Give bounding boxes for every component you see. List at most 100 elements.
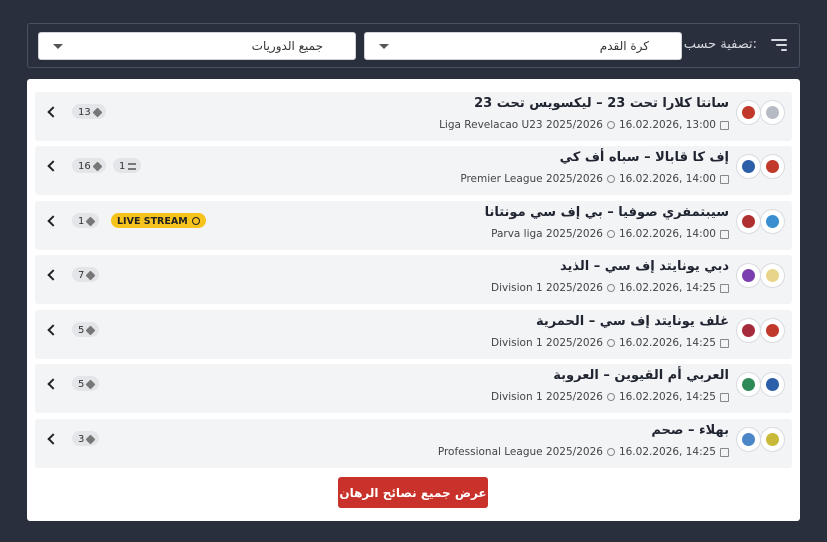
team-crest-icon xyxy=(766,215,779,228)
away-team-logo xyxy=(736,372,761,397)
matches-panel: سانتا كلارا تحت 23 – ليكسويس تحت 23 Liga… xyxy=(27,79,800,521)
caret-down-icon xyxy=(53,44,63,49)
tips-count-badge: 7 xyxy=(72,267,100,282)
match-date: 16.02.2026, 13:00 xyxy=(618,119,716,131)
calendar-icon xyxy=(720,229,729,239)
match-row[interactable]: بهلاء – صحم Professional League 2025/202… xyxy=(35,419,792,468)
predictions-count: 1 xyxy=(119,160,126,172)
chevron-left-icon[interactable] xyxy=(47,269,59,281)
tag-icon xyxy=(92,107,103,117)
tips-count-badge: 16 xyxy=(72,158,106,173)
chevron-left-icon[interactable] xyxy=(47,433,59,445)
tag-icon xyxy=(85,270,96,280)
match-row[interactable]: دبي يونايتد إف سي – الذيد Division 1 202… xyxy=(35,255,792,304)
tips-count: 1 xyxy=(78,215,85,227)
match-meta: Division 1 2025/2026 16.02.2026, 14:25 xyxy=(491,391,729,403)
team-crest-icon xyxy=(766,378,779,391)
predictions-count-badge: 1 xyxy=(113,158,142,173)
tag-icon xyxy=(85,379,96,389)
chevron-left-icon[interactable] xyxy=(47,160,59,172)
gear-icon xyxy=(606,121,615,129)
filter-label: تصفية حسب: xyxy=(683,37,757,52)
match-title[interactable]: غلف يونايتد إف سي – الحمرية xyxy=(536,314,729,329)
home-team-logo xyxy=(760,427,785,452)
away-team-logo xyxy=(736,154,761,179)
league-name: Division 1 2025/2026 xyxy=(491,337,603,349)
filter-lines-icon xyxy=(771,39,787,51)
match-row[interactable]: سيبتمفري صوفيا – بي إف سي مونتانا Parva … xyxy=(35,201,792,250)
match-date: 16.02.2026, 14:00 xyxy=(618,173,716,185)
gear-icon xyxy=(606,230,615,238)
team-crest-icon xyxy=(766,160,779,173)
home-team-logo xyxy=(760,209,785,234)
match-row[interactable]: إف كا قابالا – سباه أف كي Premier League… xyxy=(35,146,792,195)
league-name: Division 1 2025/2026 xyxy=(491,391,603,403)
tips-count: 7 xyxy=(78,269,85,281)
sport-select[interactable]: كرة القدم xyxy=(364,32,682,60)
tag-icon xyxy=(92,161,103,171)
live-stream-badge[interactable]: LIVE STREAM xyxy=(111,213,206,228)
tag-icon xyxy=(85,434,96,444)
away-team-logo xyxy=(736,263,761,288)
tips-count: 16 xyxy=(78,160,91,172)
home-team-logo xyxy=(760,154,785,179)
match-title[interactable]: العربي أم القيوين – العروبة xyxy=(553,368,729,383)
calendar-icon xyxy=(720,283,729,293)
list-icon xyxy=(128,162,137,170)
tips-count-badge: 13 xyxy=(72,104,106,119)
match-row[interactable]: غلف يونايتد إف سي – الحمرية Division 1 2… xyxy=(35,310,792,359)
view-all-tips-button[interactable]: عرض جميع نصائح الرهان xyxy=(338,477,488,508)
match-row[interactable]: سانتا كلارا تحت 23 – ليكسويس تحت 23 Liga… xyxy=(35,92,792,141)
match-meta: Professional League 2025/2026 16.02.2026… xyxy=(438,446,729,458)
gear-icon xyxy=(606,393,615,401)
filter-bar: تصفية حسب: كرة القدم جميع الدوريات xyxy=(27,23,800,68)
league-name: Premier League 2025/2026 xyxy=(460,173,603,185)
match-date: 16.02.2026, 14:00 xyxy=(618,228,716,240)
match-title[interactable]: سانتا كلارا تحت 23 – ليكسويس تحت 23 xyxy=(474,96,729,111)
home-team-logo xyxy=(760,100,785,125)
match-meta: Parva liga 2025/2026 16.02.2026, 14:00 xyxy=(491,228,729,240)
tips-count-badge: 1 xyxy=(72,213,100,228)
match-date: 16.02.2026, 14:25 xyxy=(618,282,716,294)
match-date: 16.02.2026, 14:25 xyxy=(618,446,716,458)
chevron-left-icon[interactable] xyxy=(47,324,59,336)
team-crest-icon xyxy=(742,324,755,337)
team-crest-icon xyxy=(766,106,779,119)
calendar-icon xyxy=(720,447,729,457)
calendar-icon xyxy=(720,392,729,402)
home-team-logo xyxy=(760,318,785,343)
tips-count: 5 xyxy=(78,324,85,336)
chevron-left-icon[interactable] xyxy=(47,106,59,118)
match-meta: Division 1 2025/2026 16.02.2026, 14:25 xyxy=(491,337,729,349)
match-title[interactable]: دبي يونايتد إف سي – الذيد xyxy=(560,259,729,274)
chevron-left-icon[interactable] xyxy=(47,215,59,227)
away-team-logo xyxy=(736,209,761,234)
away-team-logo xyxy=(736,427,761,452)
league-select[interactable]: جميع الدوريات xyxy=(38,32,356,60)
tips-count-badge: 5 xyxy=(72,322,100,337)
tips-count: 13 xyxy=(78,106,91,118)
match-meta: Division 1 2025/2026 16.02.2026, 14:25 xyxy=(491,282,729,294)
match-title[interactable]: سيبتمفري صوفيا – بي إف سي مونتانا xyxy=(485,205,729,220)
tips-count: 5 xyxy=(78,378,85,390)
home-team-logo xyxy=(760,263,785,288)
gear-icon xyxy=(606,448,615,456)
chevron-left-icon[interactable] xyxy=(47,378,59,390)
tag-icon xyxy=(85,325,96,335)
match-meta: Premier League 2025/2026 16.02.2026, 14:… xyxy=(460,173,729,185)
team-crest-icon xyxy=(742,106,755,119)
gear-icon xyxy=(606,339,615,347)
match-date: 16.02.2026, 14:25 xyxy=(618,391,716,403)
team-crest-icon xyxy=(742,160,755,173)
tips-count-badge: 3 xyxy=(72,431,100,446)
match-meta: Liga Revelacao U23 2025/2026 16.02.2026,… xyxy=(439,119,729,131)
match-row[interactable]: العربي أم القيوين – العروبة Division 1 2… xyxy=(35,364,792,413)
tips-count: 3 xyxy=(78,433,85,445)
away-team-logo xyxy=(736,100,761,125)
team-crest-icon xyxy=(766,324,779,337)
home-team-logo xyxy=(760,372,785,397)
match-title[interactable]: بهلاء – صحم xyxy=(651,423,729,438)
away-team-logo xyxy=(736,318,761,343)
live-stream-label: LIVE STREAM xyxy=(117,215,188,227)
match-title[interactable]: إف كا قابالا – سباه أف كي xyxy=(560,150,729,165)
